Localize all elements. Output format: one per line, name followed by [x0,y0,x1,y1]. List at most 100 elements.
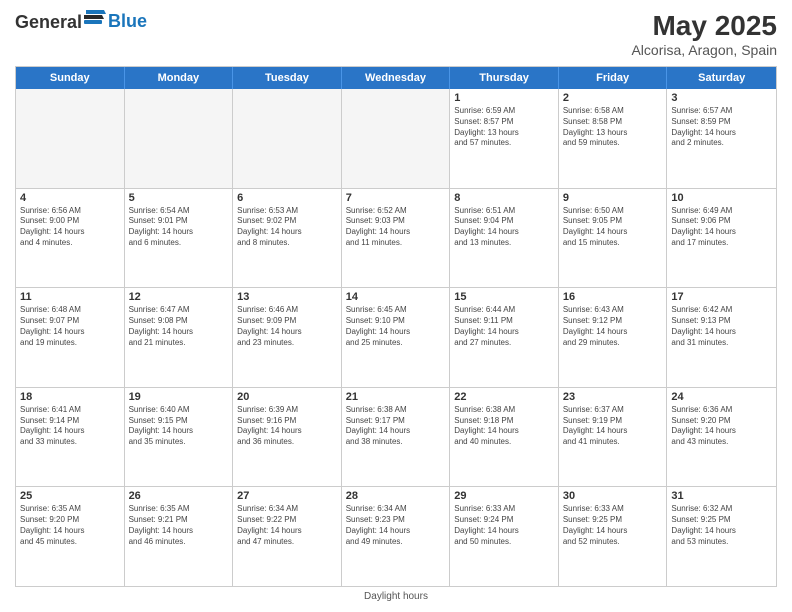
weekday-header-friday: Friday [559,67,668,89]
calendar: SundayMondayTuesdayWednesdayThursdayFrid… [15,66,777,587]
day-number: 5 [129,192,229,204]
day-number: 2 [563,92,663,104]
day-info: Sunrise: 6:44 AM Sunset: 9:11 PM Dayligh… [454,305,554,348]
weekday-header-monday: Monday [125,67,234,89]
day-info: Sunrise: 6:45 AM Sunset: 9:10 PM Dayligh… [346,305,446,348]
calendar-day-11: 11 Sunrise: 6:48 AM Sunset: 9:07 PM Dayli… [16,288,125,387]
calendar-day-5: 5 Sunrise: 6:54 AM Sunset: 9:01 PM Daylig… [125,189,234,288]
calendar-day-18: 18 Sunrise: 6:41 AM Sunset: 9:14 PM Dayli… [16,388,125,487]
day-info: Sunrise: 6:54 AM Sunset: 9:01 PM Dayligh… [129,206,229,249]
day-number: 7 [346,192,446,204]
day-number: 1 [454,92,554,104]
weekday-header-saturday: Saturday [667,67,776,89]
calendar-day-8: 8 Sunrise: 6:51 AM Sunset: 9:04 PM Daylig… [450,189,559,288]
day-number: 23 [563,391,663,403]
day-info: Sunrise: 6:39 AM Sunset: 9:16 PM Dayligh… [237,405,337,448]
logo-flag-icon [84,10,106,28]
day-number: 9 [563,192,663,204]
day-number: 21 [346,391,446,403]
day-info: Sunrise: 6:43 AM Sunset: 9:12 PM Dayligh… [563,305,663,348]
calendar-day-22: 22 Sunrise: 6:38 AM Sunset: 9:18 PM Dayli… [450,388,559,487]
day-number: 3 [671,92,772,104]
day-info: Sunrise: 6:58 AM Sunset: 8:58 PM Dayligh… [563,106,663,149]
day-info: Sunrise: 6:35 AM Sunset: 9:20 PM Dayligh… [20,504,120,547]
calendar-day-13: 13Sunrise: 6:46 AM Sunset: 9:09 PM Dayli… [233,288,342,387]
calendar-week-3: 11 Sunrise: 6:48 AM Sunset: 9:07 PM Dayli… [16,288,776,388]
page: General Blue May 2025 Alcorisa, Aragon, … [0,0,792,612]
day-number: 19 [129,391,229,403]
calendar-day-25: 25 Sunrise: 6:35 AM Sunset: 9:20 PM Dayli… [16,487,125,586]
calendar-day-21: 21 Sunrise: 6:38 AM Sunset: 9:17 PM Dayli… [342,388,451,487]
calendar-day-27: 27Sunrise: 6:34 AM Sunset: 9:22 PM Dayli… [233,487,342,586]
day-info: Sunrise: 6:52 AM Sunset: 9:03 PM Dayligh… [346,206,446,249]
day-info: Sunrise: 6:34 AM Sunset: 9:23 PM Dayligh… [346,504,446,547]
weekday-header-tuesday: Tuesday [233,67,342,89]
day-info: Sunrise: 6:37 AM Sunset: 9:19 PM Dayligh… [563,405,663,448]
day-info: Sunrise: 6:36 AM Sunset: 9:20 PM Dayligh… [671,405,772,448]
weekday-header-wednesday: Wednesday [342,67,451,89]
day-info: Sunrise: 6:33 AM Sunset: 9:25 PM Dayligh… [563,504,663,547]
calendar-day-6: 6Sunrise: 6:53 AM Sunset: 9:02 PM Daylig… [233,189,342,288]
day-number: 17 [671,291,772,303]
calendar-day-20: 20 Sunrise: 6:39 AM Sunset: 9:16 PM Dayli… [233,388,342,487]
calendar-day-17: 17 Sunrise: 6:42 AM Sunset: 9:13 PM Dayli… [667,288,776,387]
calendar-day-4: 4 Sunrise: 6:56 AM Sunset: 9:00 PM Daylig… [16,189,125,288]
calendar-day-10: 10Sunrise: 6:49 AM Sunset: 9:06 PM Dayli… [667,189,776,288]
day-number: 18 [20,391,120,403]
day-info: Sunrise: 6:57 AM Sunset: 8:59 PM Dayligh… [671,106,772,149]
day-number: 22 [454,391,554,403]
footer-note: Daylight hours [15,591,777,602]
calendar-empty [342,89,451,188]
day-number: 25 [20,490,120,502]
day-number: 12 [129,291,229,303]
calendar-header: SundayMondayTuesdayWednesdayThursdayFrid… [16,67,776,89]
day-info: Sunrise: 6:32 AM Sunset: 9:25 PM Dayligh… [671,504,772,547]
calendar-week-4: 18 Sunrise: 6:41 AM Sunset: 9:14 PM Dayli… [16,388,776,488]
day-info: Sunrise: 6:42 AM Sunset: 9:13 PM Dayligh… [671,305,772,348]
logo: General Blue [15,10,147,33]
calendar-day-30: 30Sunrise: 6:33 AM Sunset: 9:25 PM Dayli… [559,487,668,586]
calendar-day-19: 19Sunrise: 6:40 AM Sunset: 9:15 PM Dayli… [125,388,234,487]
calendar-body: 1 Sunrise: 6:59 AM Sunset: 8:57 PM Daylig… [16,89,776,586]
calendar-week-1: 1 Sunrise: 6:59 AM Sunset: 8:57 PM Daylig… [16,89,776,189]
day-info: Sunrise: 6:38 AM Sunset: 9:17 PM Dayligh… [346,405,446,448]
day-number: 16 [563,291,663,303]
day-info: Sunrise: 6:33 AM Sunset: 9:24 PM Dayligh… [454,504,554,547]
day-number: 29 [454,490,554,502]
calendar-empty [233,89,342,188]
day-info: Sunrise: 6:35 AM Sunset: 9:21 PM Dayligh… [129,504,229,547]
calendar-day-16: 16 Sunrise: 6:43 AM Sunset: 9:12 PM Dayli… [559,288,668,387]
day-number: 20 [237,391,337,403]
day-info: Sunrise: 6:48 AM Sunset: 9:07 PM Dayligh… [20,305,120,348]
day-number: 13 [237,291,337,303]
day-info: Sunrise: 6:56 AM Sunset: 9:00 PM Dayligh… [20,206,120,249]
day-info: Sunrise: 6:51 AM Sunset: 9:04 PM Dayligh… [454,206,554,249]
calendar-week-5: 25 Sunrise: 6:35 AM Sunset: 9:20 PM Dayli… [16,487,776,586]
day-number: 8 [454,192,554,204]
day-info: Sunrise: 6:41 AM Sunset: 9:14 PM Dayligh… [20,405,120,448]
calendar-day-15: 15 Sunrise: 6:44 AM Sunset: 9:11 PM Dayli… [450,288,559,387]
day-info: Sunrise: 6:50 AM Sunset: 9:05 PM Dayligh… [563,206,663,249]
day-number: 4 [20,192,120,204]
weekday-header-sunday: Sunday [16,67,125,89]
day-number: 28 [346,490,446,502]
calendar-day-26: 26Sunrise: 6:35 AM Sunset: 9:21 PM Dayli… [125,487,234,586]
day-number: 11 [20,291,120,303]
calendar-day-28: 28 Sunrise: 6:34 AM Sunset: 9:23 PM Dayli… [342,487,451,586]
day-info: Sunrise: 6:59 AM Sunset: 8:57 PM Dayligh… [454,106,554,149]
calendar-day-14: 14Sunrise: 6:45 AM Sunset: 9:10 PM Dayli… [342,288,451,387]
calendar-empty [16,89,125,188]
calendar-day-12: 12Sunrise: 6:47 AM Sunset: 9:08 PM Dayli… [125,288,234,387]
calendar-day-1: 1 Sunrise: 6:59 AM Sunset: 8:57 PM Daylig… [450,89,559,188]
day-info: Sunrise: 6:53 AM Sunset: 9:02 PM Dayligh… [237,206,337,249]
day-number: 31 [671,490,772,502]
day-number: 15 [454,291,554,303]
day-info: Sunrise: 6:38 AM Sunset: 9:18 PM Dayligh… [454,405,554,448]
calendar-day-2: 2 Sunrise: 6:58 AM Sunset: 8:58 PM Daylig… [559,89,668,188]
day-number: 27 [237,490,337,502]
day-number: 10 [671,192,772,204]
weekday-header-thursday: Thursday [450,67,559,89]
main-title: May 2025 [631,10,777,42]
header: General Blue May 2025 Alcorisa, Aragon, … [15,10,777,58]
calendar-empty [125,89,234,188]
